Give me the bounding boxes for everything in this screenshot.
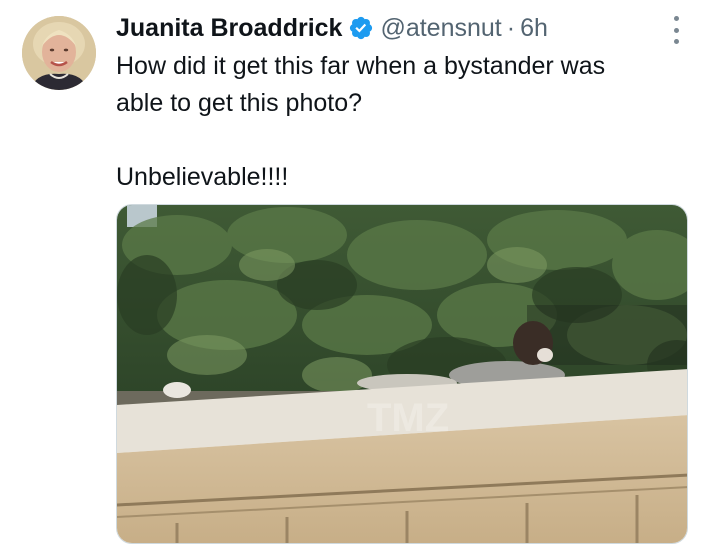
tweet-header: Juanita Broaddrick @atensnut · 6h [116,10,548,46]
timestamp[interactable]: 6h [520,14,548,43]
tweet: Juanita Broaddrick @atensnut · 6h How di… [0,0,710,556]
photo-watermark: TMZ [367,396,449,440]
tweet-text-line: able to get this photo? [116,89,363,117]
tweet-photo[interactable]: TMZ [116,204,688,544]
display-name[interactable]: Juanita Broaddrick [116,14,342,43]
verified-check-icon [348,15,374,41]
user-handle[interactable]: @atensnut [380,14,501,43]
photo-rooftop-scene: TMZ [117,205,687,543]
separator-dot: · [506,13,516,42]
tweet-text-line: How did it get this far when a bystander… [116,52,606,80]
avatar-image [22,16,96,90]
more-vertical-icon[interactable] [668,16,684,44]
tweet-text-line: Unbelievable!!!! [116,163,289,191]
avatar[interactable] [22,16,96,90]
tweet-text: How did it get this far when a bystander… [116,48,696,196]
